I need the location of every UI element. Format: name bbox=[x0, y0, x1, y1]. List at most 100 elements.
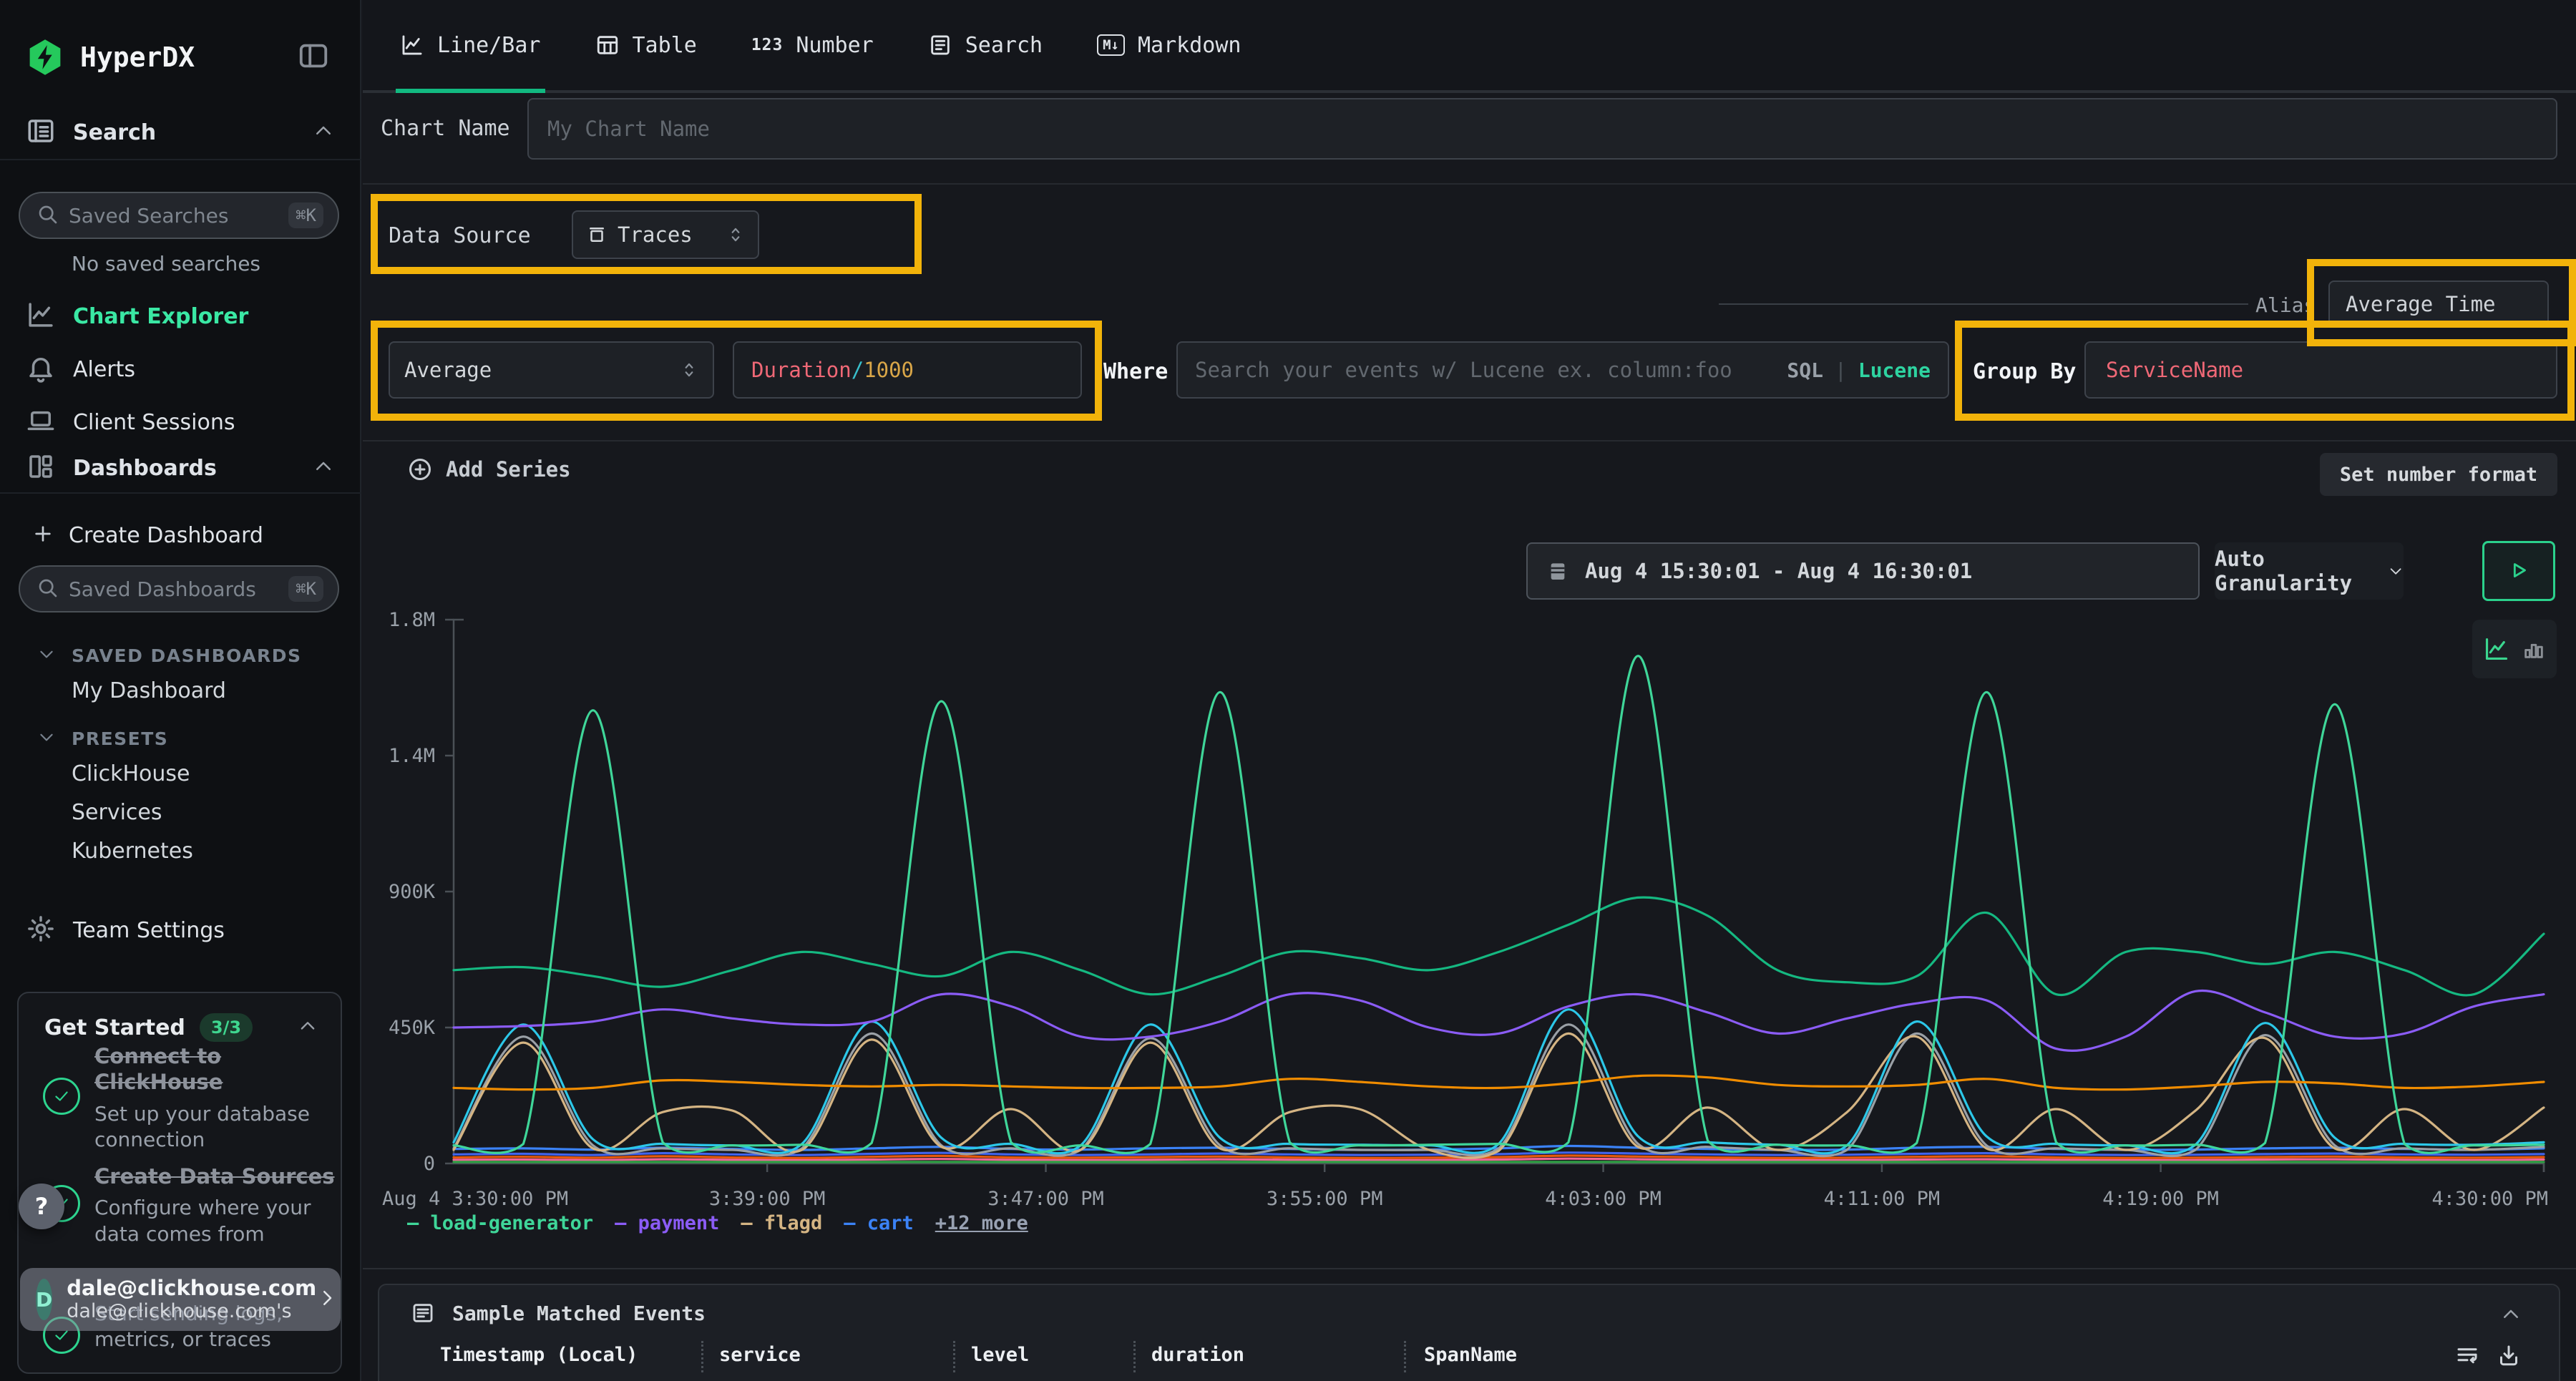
column-header-level[interactable]: level bbox=[971, 1344, 1029, 1366]
column-header-service[interactable]: service bbox=[719, 1344, 801, 1366]
item2-title: Create Data Sources bbox=[94, 1163, 335, 1189]
sidebar-item-chart-explorer[interactable]: Chart Explorer bbox=[0, 296, 361, 336]
chevron-down-icon bbox=[2388, 561, 2404, 581]
group-by-value: ServiceName bbox=[2106, 358, 2243, 382]
gear-icon bbox=[26, 914, 56, 947]
sidebar-item-clickhouse[interactable]: ClickHouse bbox=[72, 761, 190, 786]
tab-number[interactable]: 123 Number bbox=[751, 0, 874, 90]
alias-label: Alias bbox=[2255, 293, 2316, 317]
sidebar-item-kubernetes[interactable]: Kubernetes bbox=[72, 839, 193, 864]
shortcut-badge: ⌘K bbox=[288, 576, 323, 602]
column-header-duration[interactable]: duration bbox=[1151, 1344, 1244, 1366]
field-expression-input[interactable]: Duration/1000 bbox=[733, 341, 1082, 399]
tab-table-label: Table bbox=[633, 33, 697, 58]
markdown-icon: M↓ bbox=[1097, 34, 1125, 56]
granularity-select[interactable]: Auto Granularity bbox=[2215, 542, 2404, 600]
saved-dashboards-group[interactable]: SAVED DASHBOARDS bbox=[0, 638, 361, 673]
saved-searches-input[interactable]: Saved Searches ⌘K bbox=[19, 192, 339, 239]
lucene-toggle[interactable]: Lucene bbox=[1858, 358, 1931, 382]
wrap-lines-icon[interactable] bbox=[2454, 1342, 2480, 1371]
presets-group[interactable]: PRESETS bbox=[0, 721, 361, 756]
saved-dashboards-placeholder: Saved Dashboards bbox=[69, 577, 288, 601]
column-header-timestamp[interactable]: Timestamp (Local) bbox=[440, 1344, 638, 1366]
get-started-item-2[interactable]: Create Data Sources Configure where your… bbox=[94, 1163, 335, 1247]
column-separator[interactable] bbox=[953, 1341, 955, 1372]
user-workspace: dale@clickhouse.com's bbox=[67, 1300, 316, 1322]
sample-matched-events-panel: Sample Matched Events Timestamp (Local) … bbox=[378, 1284, 2560, 1381]
check-circle-icon bbox=[43, 1078, 80, 1115]
tab-markdown-label: Markdown bbox=[1138, 33, 1241, 58]
column-separator[interactable] bbox=[1404, 1341, 1406, 1372]
time-range-picker[interactable]: Aug 4 15:30:01 - Aug 4 16:30:01 bbox=[1526, 542, 2200, 600]
saved-dashboards-input[interactable]: Saved Dashboards ⌘K bbox=[19, 565, 339, 613]
dashboards-grid-icon bbox=[26, 452, 56, 484]
sidebar-item-my-dashboard[interactable]: My Dashboard bbox=[72, 678, 226, 703]
chevron-down-icon bbox=[37, 728, 56, 749]
item1-title-line2: ClickHouse bbox=[94, 1069, 310, 1095]
chart-explorer-label: Chart Explorer bbox=[73, 304, 248, 329]
svg-text:1.4M: 1.4M bbox=[389, 745, 435, 767]
laptop-icon bbox=[26, 406, 56, 439]
collapse-events-icon[interactable] bbox=[2500, 1304, 2522, 1328]
run-query-button[interactable] bbox=[2482, 541, 2555, 601]
data-source-label: Data Source bbox=[389, 223, 531, 248]
column-header-spanname[interactable]: SpanName bbox=[1424, 1344, 1517, 1366]
group-by-field[interactable]: ServiceName bbox=[2084, 341, 2557, 399]
item1-title-line1: Connect to bbox=[94, 1043, 310, 1069]
hyperdx-logo-icon bbox=[26, 38, 64, 77]
alias-input[interactable] bbox=[2330, 292, 2547, 316]
legend-more-link[interactable]: +12 more bbox=[935, 1212, 1028, 1234]
group-by-label: Group By bbox=[1973, 359, 2077, 384]
timeseries-chart[interactable]: 0450K900K1.4M1.8MAug 4 3:30:00 PM3:39:00… bbox=[402, 608, 2576, 1238]
sidebar-item-alerts[interactable]: Alerts bbox=[0, 349, 361, 389]
traces-box-icon bbox=[586, 224, 608, 245]
saved-searches-placeholder: Saved Searches bbox=[69, 204, 288, 228]
tab-table[interactable]: Table bbox=[595, 0, 697, 90]
download-icon[interactable] bbox=[2496, 1342, 2522, 1371]
sidebar-item-client-sessions[interactable]: Client Sessions bbox=[0, 402, 361, 442]
select-chevrons-icon bbox=[726, 225, 745, 244]
column-separator[interactable] bbox=[1133, 1341, 1136, 1372]
help-button[interactable]: ? bbox=[19, 1184, 64, 1229]
sidebar-collapse-icon[interactable] bbox=[297, 39, 330, 75]
tab-line-bar-label: Line/Bar bbox=[437, 33, 541, 58]
get-started-header[interactable]: Get Started 3/3 bbox=[44, 1013, 318, 1042]
get-started-badge: 3/3 bbox=[200, 1013, 253, 1042]
svg-text:4:11:00 PM: 4:11:00 PM bbox=[1824, 1188, 1941, 1210]
sql-toggle[interactable]: SQL bbox=[1787, 358, 1823, 382]
get-started-item-1[interactable]: Connect to ClickHouse Set up your databa… bbox=[94, 1043, 310, 1153]
legend-item-load-generator[interactable]: — load-generator bbox=[407, 1212, 593, 1234]
sidebar-item-team-settings[interactable]: Team Settings bbox=[0, 910, 361, 950]
svg-text:3:39:00 PM: 3:39:00 PM bbox=[709, 1188, 826, 1210]
create-dashboard-button[interactable]: Create Dashboard bbox=[0, 517, 361, 554]
data-source-select[interactable]: Traces bbox=[572, 210, 759, 259]
where-input[interactable] bbox=[1195, 358, 1778, 382]
legend-item-cart[interactable]: — cart bbox=[844, 1212, 914, 1234]
avatar: D bbox=[36, 1279, 52, 1320]
expr-operator: / bbox=[852, 358, 864, 382]
item2-desc-line1: Configure where your bbox=[94, 1195, 335, 1221]
set-number-format-button[interactable]: Set number format bbox=[2320, 453, 2557, 496]
play-icon bbox=[2507, 558, 2531, 582]
user-menu[interactable]: D dale@clickhouse.com dale@clickhouse.co… bbox=[20, 1268, 341, 1331]
avatar-initial: D bbox=[36, 1288, 52, 1312]
expr-denominator: 1000 bbox=[864, 358, 914, 382]
aggregation-select[interactable]: Average bbox=[389, 341, 714, 399]
sidebar-item-services[interactable]: Services bbox=[72, 800, 162, 825]
sidebar-section-search[interactable]: Search bbox=[0, 117, 361, 160]
column-separator[interactable] bbox=[701, 1341, 703, 1372]
sidebar-search-label: Search bbox=[73, 120, 156, 145]
chevron-down-icon bbox=[37, 645, 56, 666]
tab-search[interactable]: Search bbox=[928, 0, 1043, 90]
where-label: Where bbox=[1103, 359, 1168, 384]
sidebar-item-dashboards[interactable]: Dashboards bbox=[0, 454, 361, 494]
chart-name-input[interactable] bbox=[529, 117, 2556, 141]
get-started-title: Get Started bbox=[44, 1015, 185, 1040]
calendar-icon bbox=[1546, 560, 1569, 582]
tab-markdown[interactable]: M↓ Markdown bbox=[1097, 0, 1241, 90]
legend-item-flagd[interactable]: — flagd bbox=[741, 1212, 822, 1234]
expr-field: Duration bbox=[751, 358, 852, 382]
tab-line-bar[interactable]: Line/Bar bbox=[400, 0, 541, 90]
add-series-button[interactable]: Add Series bbox=[407, 457, 571, 482]
legend-item-payment[interactable]: — payment bbox=[615, 1212, 719, 1234]
